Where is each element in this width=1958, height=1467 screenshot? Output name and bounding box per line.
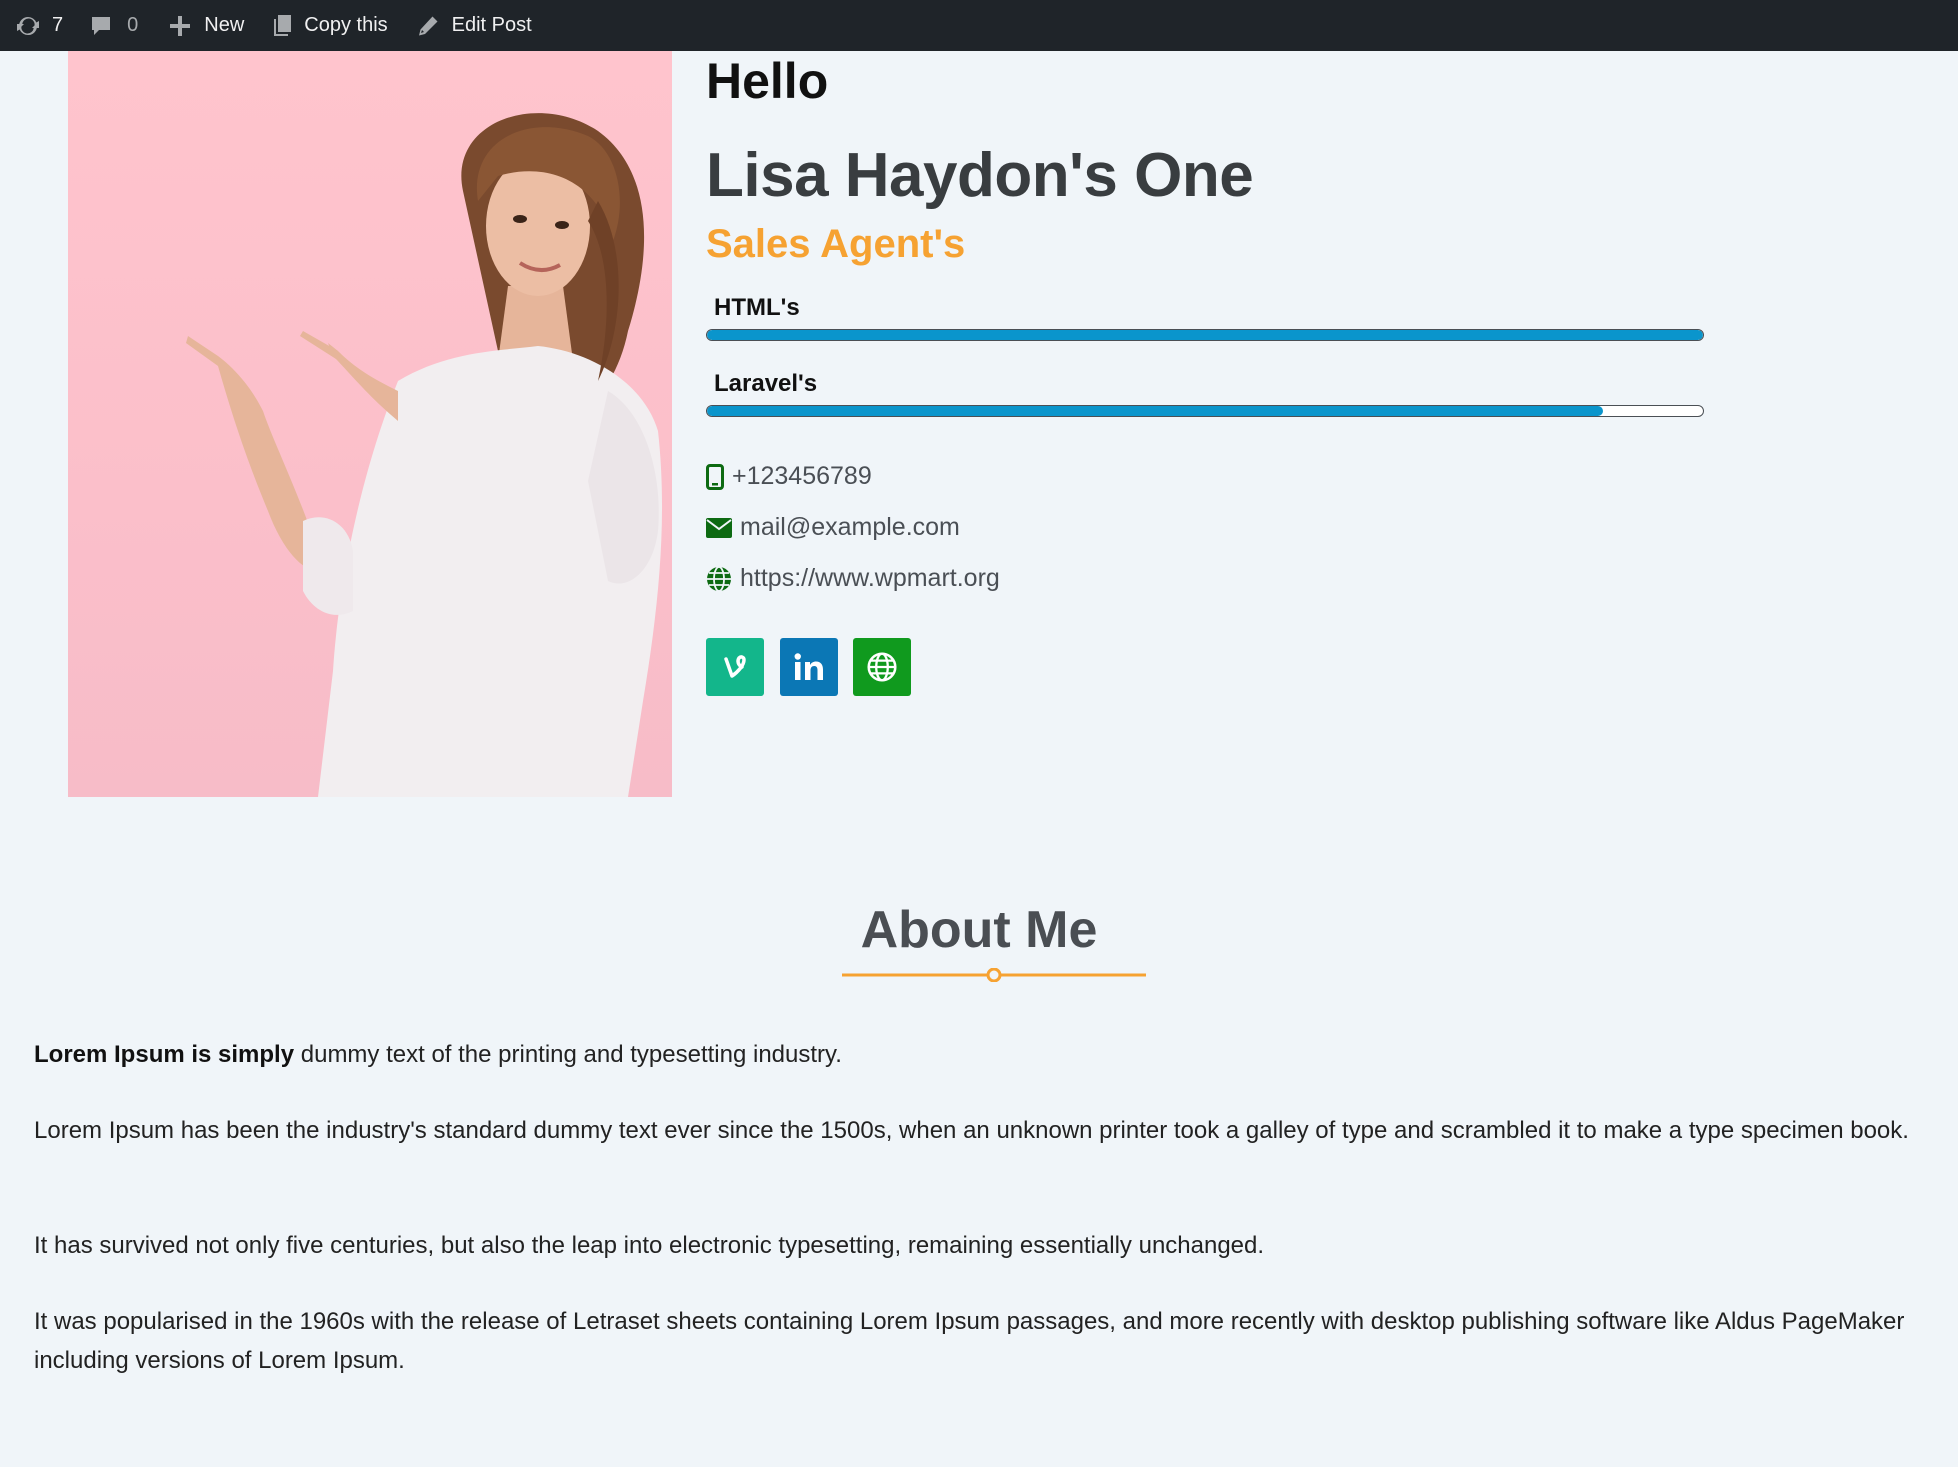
pencil-icon <box>418 16 438 35</box>
profile-name: Lisa Haydon's One <box>706 141 1254 210</box>
admin-bar: 7 0 New Copy this Edit Post <box>0 0 1958 51</box>
email-link[interactable]: mail@example.com <box>740 513 960 542</box>
skill-label-laravel: Laravel's <box>714 370 818 397</box>
copy-label: Copy this <box>304 14 388 36</box>
new-label: New <box>204 14 245 36</box>
about-heading: About Me <box>860 901 1098 959</box>
new-content-link[interactable]: New <box>168 0 244 51</box>
edit-post-label: Edit Post <box>451 14 532 36</box>
comments-link[interactable]: 0 <box>89 0 138 51</box>
updates-link[interactable]: 7 <box>14 0 63 51</box>
refresh-icon <box>17 16 39 35</box>
vine-icon <box>724 655 746 678</box>
copy-this-link[interactable]: Copy this <box>272 0 388 51</box>
about-bold-text: Lorem Ipsum is simply <box>34 1041 295 1068</box>
about-paragraph-2: Lorem Ipsum has been the industry's stan… <box>34 1117 1909 1144</box>
skill-bar-fill <box>707 406 1604 416</box>
website-button[interactable] <box>853 638 911 696</box>
globe-icon <box>707 565 731 592</box>
plus-icon <box>170 15 191 36</box>
globe-icon <box>867 652 897 682</box>
skill-bar-html <box>706 329 1704 341</box>
greeting-heading: Hello <box>706 53 829 109</box>
envelope-icon <box>706 517 732 538</box>
linkedin-button[interactable] <box>780 638 838 696</box>
copy-icon <box>274 14 292 36</box>
skill-bar-laravel <box>706 405 1704 417</box>
mobile-icon <box>706 463 724 490</box>
about-paragraph-1: Lorem Ipsum is simply dummy text of the … <box>34 1035 1934 1074</box>
skill-bar-fill <box>707 330 1703 340</box>
phone-text: +123456789 <box>732 462 872 490</box>
comments-count: 0 <box>127 14 139 36</box>
profile-role: Sales Agent's <box>706 222 966 266</box>
profile-photo <box>68 51 672 797</box>
skill-label-html: HTML's <box>714 294 800 321</box>
comment-icon <box>92 16 111 35</box>
edit-post-link[interactable]: Edit Post <box>416 0 532 51</box>
website-link[interactable]: https://www.wpmart.org <box>740 564 1000 593</box>
contact-website: https://www.wpmart.org <box>706 564 1000 593</box>
linkedin-icon <box>794 653 823 680</box>
heading-divider <box>842 968 1146 982</box>
vine-button[interactable] <box>706 638 764 696</box>
contact-phone: +123456789 <box>706 462 872 491</box>
updates-count: 7 <box>52 14 64 36</box>
about-paragraph-3: It has survived not only five centuries,… <box>34 1232 1265 1259</box>
about-paragraph-4: It was popularised in the 1960s with the… <box>34 1308 1905 1374</box>
contact-email: mail@example.com <box>706 513 960 542</box>
about-text: dummy text of the printing and typesetti… <box>294 1041 842 1068</box>
